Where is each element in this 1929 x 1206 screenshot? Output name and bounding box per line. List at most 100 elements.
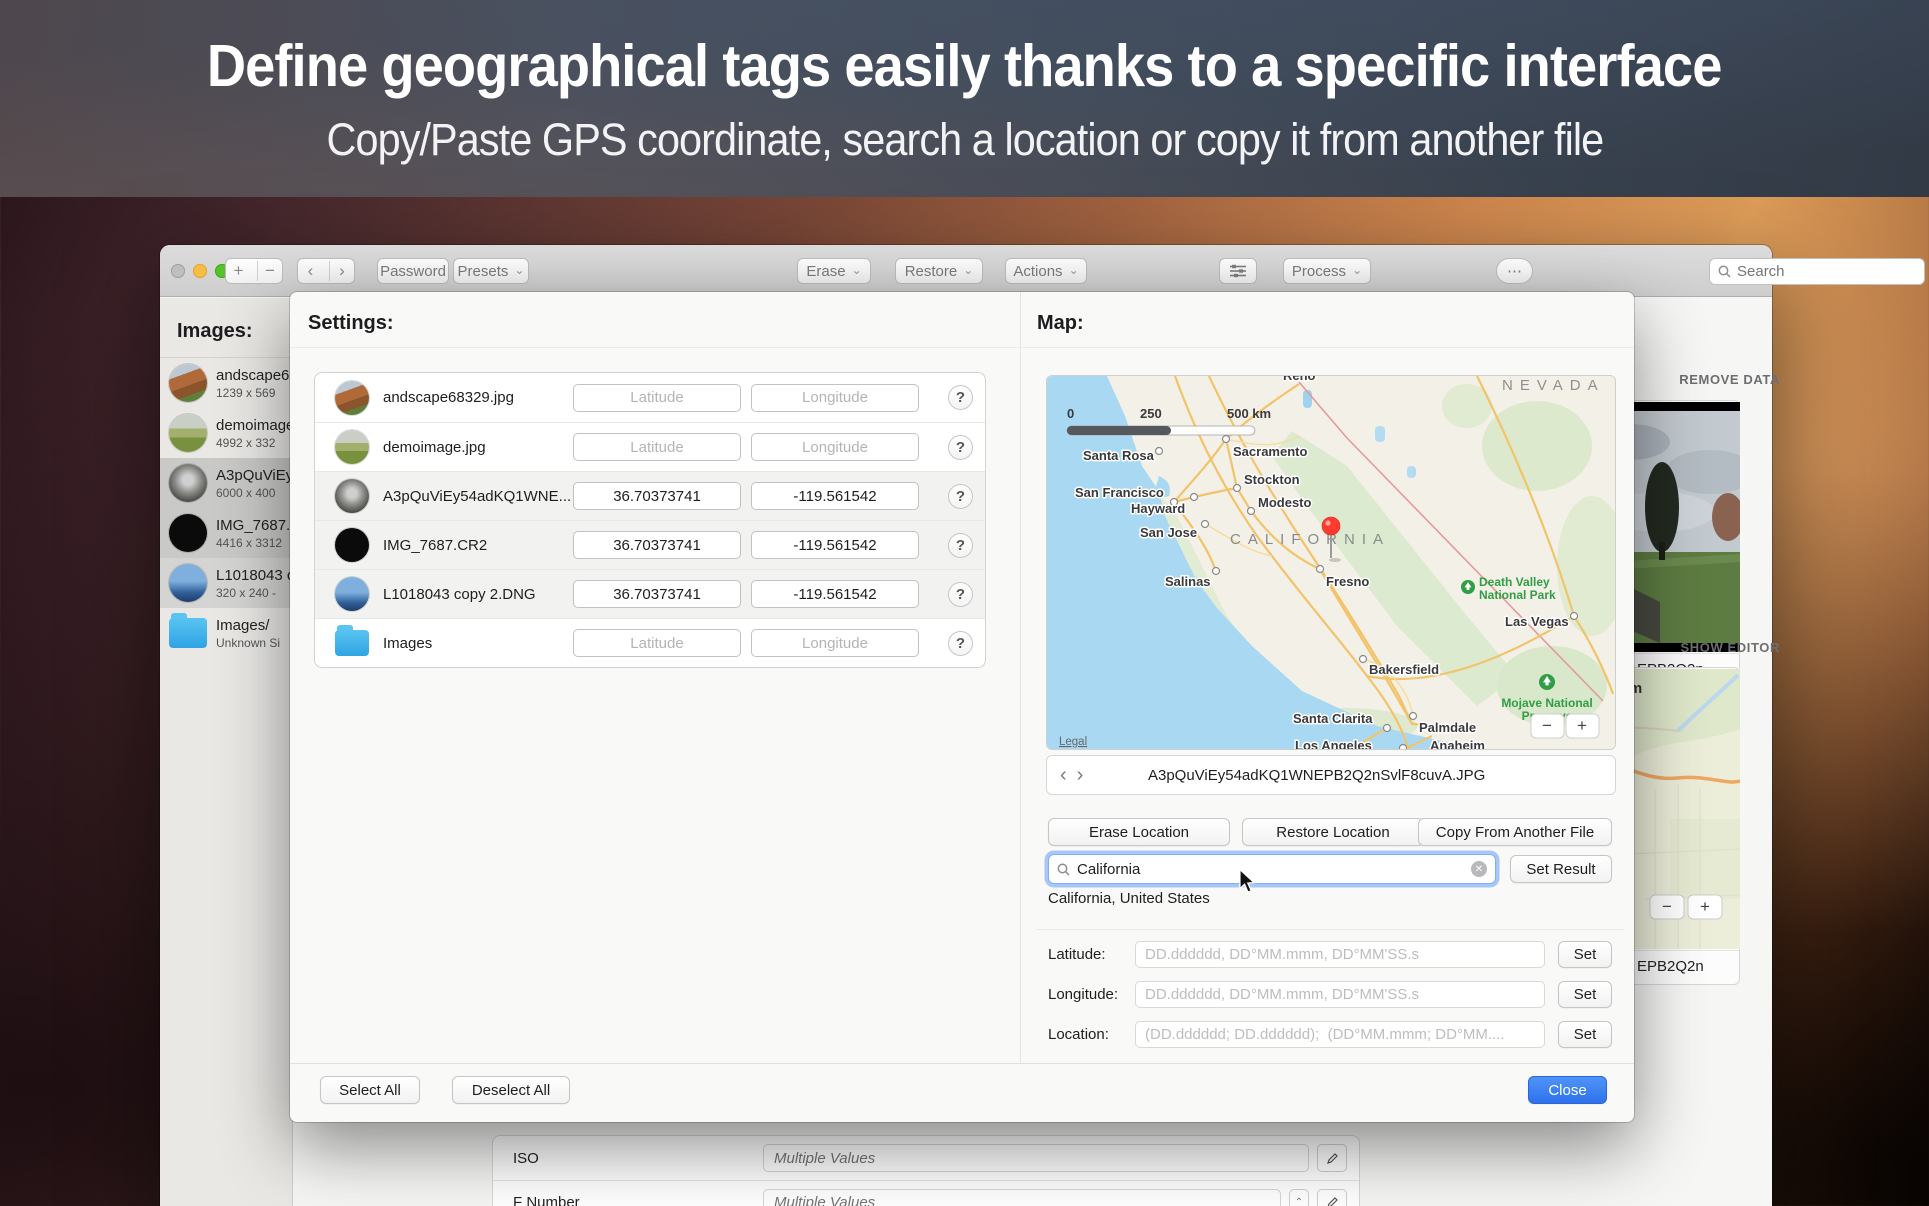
iso-field[interactable] xyxy=(763,1144,1309,1172)
help-button[interactable]: ? xyxy=(948,533,973,558)
remove-data-label[interactable]: REMOVE DATA xyxy=(1640,372,1780,387)
current-filename: A3pQuViEy54adKQ1WNEPB2Q2nSvlF8cuvA.JPG xyxy=(1088,767,1545,784)
image-thumbnail xyxy=(335,430,369,464)
latitude-field[interactable] xyxy=(1135,941,1545,968)
set-longitude-button[interactable]: Set xyxy=(1558,981,1612,1008)
remove-button[interactable]: − xyxy=(257,261,282,281)
nav-segment: ‹ › xyxy=(297,258,355,284)
presets-dropdown[interactable]: Presets ⌄ xyxy=(453,258,529,284)
actions-dropdown[interactable]: Actions ⌄ xyxy=(1005,258,1087,284)
minimize-window-button[interactable] xyxy=(193,264,207,278)
city-label: Santa Clarita xyxy=(1293,711,1373,726)
add-button[interactable]: + xyxy=(226,261,251,281)
longitude-field[interactable] xyxy=(1135,981,1545,1008)
image-thumbnail xyxy=(335,528,369,562)
longitude-input[interactable] xyxy=(751,531,919,559)
map-zoom-in[interactable]: + xyxy=(1566,714,1599,738)
list-item[interactable]: andscape68329.jpg 1239 x 569 xyxy=(160,358,292,408)
longitude-input[interactable] xyxy=(751,482,919,510)
edit-iso-button[interactable] xyxy=(1317,1144,1347,1172)
table-row[interactable]: A3pQuViEy54adKQ1WNE... ? xyxy=(315,471,985,520)
help-button[interactable]: ? xyxy=(948,631,973,656)
set-location-button[interactable]: Set xyxy=(1558,1021,1612,1048)
legal-link[interactable]: Legal xyxy=(1059,736,1087,748)
city-label: San Jose xyxy=(1140,525,1197,540)
restore-dropdown[interactable]: Restore ⌄ xyxy=(895,258,983,284)
next-file-button[interactable]: › xyxy=(1072,764,1089,787)
table-row[interactable]: andscape68329.jpg ? xyxy=(315,373,985,422)
location-field[interactable] xyxy=(1135,1021,1545,1048)
chevron-down-icon: ⌄ xyxy=(852,263,862,277)
latitude-input[interactable] xyxy=(573,433,741,461)
help-button[interactable]: ? xyxy=(948,582,973,607)
city-label: Santa Rosa xyxy=(1083,448,1155,463)
longitude-input[interactable] xyxy=(751,580,919,608)
erase-dropdown[interactable]: Erase ⌄ xyxy=(797,258,871,284)
help-button[interactable]: ? xyxy=(948,385,973,410)
file-dims: 4992 x 332 xyxy=(216,436,293,450)
search-result[interactable]: California, United States xyxy=(1048,890,1210,907)
close-button[interactable]: Close xyxy=(1528,1076,1607,1104)
table-row[interactable]: Images ? xyxy=(315,618,985,667)
password-button[interactable]: Password xyxy=(377,258,449,284)
forward-button[interactable]: › xyxy=(329,261,354,281)
toolbar-search[interactable] xyxy=(1709,258,1925,285)
table-row[interactable]: IMG_7687.CR2 ? xyxy=(315,520,985,569)
set-latitude-button[interactable]: Set xyxy=(1558,941,1612,968)
deselect-all-button[interactable]: Deselect All xyxy=(452,1076,570,1104)
copy-from-file-button[interactable]: Copy From Another File xyxy=(1418,818,1612,846)
mini-map-zoom-out[interactable]: − xyxy=(1650,895,1684,919)
fnumber-stepper[interactable]: ⌃ xyxy=(1289,1189,1309,1206)
map-view[interactable]: 0 250 500 km NEVADA Reno Santa Rosa Sacr… xyxy=(1046,375,1616,750)
map-zoom-out[interactable]: − xyxy=(1531,714,1564,738)
search-input[interactable] xyxy=(1737,263,1897,280)
longitude-input[interactable] xyxy=(751,433,919,461)
pencil-icon xyxy=(1326,1152,1339,1165)
fnumber-field[interactable] xyxy=(763,1189,1281,1206)
select-all-button[interactable]: Select All xyxy=(320,1076,420,1104)
list-item[interactable]: L1018043 copy 2.DNG 320 x 240 - xyxy=(160,558,292,608)
ellipsis-icon: ⋯ xyxy=(1507,262,1522,280)
more-button[interactable]: ⋯ xyxy=(1496,258,1533,284)
list-item[interactable]: A3pQuViEy54adKQ1WNEPB2Q2n 6000 x 400 xyxy=(160,458,292,508)
process-dropdown[interactable]: Process ⌄ xyxy=(1283,258,1371,284)
fnumber-input[interactable] xyxy=(774,1194,1270,1206)
clear-search-icon[interactable]: ✕ xyxy=(1471,861,1487,877)
list-item[interactable]: Images/ Unknown Si xyxy=(160,608,292,658)
city-label: Modesto xyxy=(1258,495,1312,510)
help-button[interactable]: ? xyxy=(948,435,973,460)
chevron-down-icon: ⌄ xyxy=(963,263,973,277)
restore-location-button[interactable]: Restore Location xyxy=(1242,818,1424,846)
back-button[interactable]: ‹ xyxy=(298,261,323,281)
svg-text:−: − xyxy=(1542,716,1552,735)
prev-file-button[interactable]: ‹ xyxy=(1055,764,1072,787)
list-item[interactable]: demoimage.jpg 4992 x 332 xyxy=(160,408,292,458)
file-dims: 320 x 240 - xyxy=(216,586,293,600)
stepper-up-icon: ⌃ xyxy=(1295,1197,1303,1206)
close-window-button[interactable] xyxy=(171,264,185,278)
image-thumbnail xyxy=(169,514,207,552)
latitude-input[interactable] xyxy=(573,482,741,510)
iso-input[interactable] xyxy=(774,1150,1298,1167)
latitude-input[interactable] xyxy=(573,531,741,559)
help-button[interactable]: ? xyxy=(948,484,973,509)
view-options-button[interactable] xyxy=(1219,258,1257,284)
image-thumbnail xyxy=(335,577,369,611)
set-result-button[interactable]: Set Result xyxy=(1510,855,1612,883)
latitude-input[interactable] xyxy=(573,384,741,412)
svg-text:Mojave National: Mojave National xyxy=(1501,696,1592,710)
longitude-input[interactable] xyxy=(751,384,919,412)
erase-location-button[interactable]: Erase Location xyxy=(1048,818,1230,846)
latitude-input[interactable] xyxy=(573,629,741,657)
table-row[interactable]: demoimage.jpg ? xyxy=(315,422,985,471)
location-search-field[interactable]: ✕ xyxy=(1048,854,1496,884)
filename-bar: ‹ › A3pQuViEy54adKQ1WNEPB2Q2nSvlF8cuvA.J… xyxy=(1046,755,1616,795)
show-editor-label[interactable]: SHOW EDITOR xyxy=(1640,640,1780,655)
location-search-input[interactable] xyxy=(1077,861,1464,878)
longitude-input[interactable] xyxy=(751,629,919,657)
table-row[interactable]: L1018043 copy 2.DNG ? xyxy=(315,569,985,618)
list-item[interactable]: IMG_7687.CR2 4416 x 3312 xyxy=(160,508,292,558)
mini-map-zoom-in[interactable]: + xyxy=(1688,895,1722,919)
latitude-input[interactable] xyxy=(573,580,741,608)
edit-fnumber-button[interactable] xyxy=(1317,1189,1347,1206)
